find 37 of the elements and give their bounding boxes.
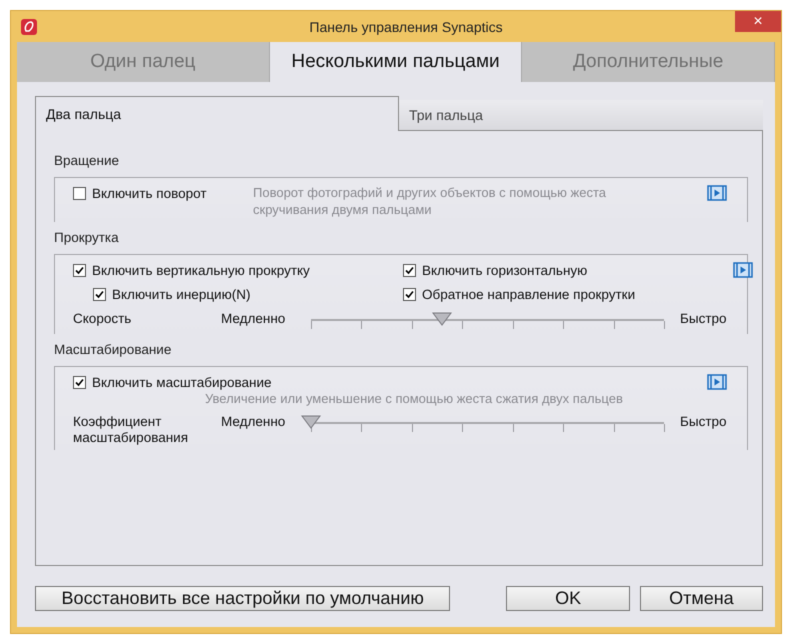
close-button[interactable]: ×	[735, 11, 781, 32]
slider-thumb[interactable]	[301, 413, 321, 429]
section-heading: Прокрутка	[54, 230, 120, 247]
cancel-button[interactable]: Отмена	[640, 586, 764, 611]
ok-button[interactable]: OK	[506, 586, 630, 611]
slider-label: Коэффициент масштабирования	[73, 414, 190, 446]
section-heading: Вращение	[54, 153, 120, 170]
slider-min-label: Медленно	[221, 311, 286, 326]
video-icon[interactable]	[707, 185, 727, 201]
tab[interactable]: Несколькими пальцами	[270, 42, 522, 82]
checkbox[interactable]	[403, 264, 416, 276]
checkbox[interactable]	[403, 288, 416, 300]
slider-thumb[interactable]	[432, 310, 452, 326]
video-icon[interactable]	[733, 262, 753, 278]
checkbox[interactable]	[73, 264, 86, 276]
window-title: Панель управления Synaptics	[309, 18, 503, 34]
slider-label: Скорость	[73, 311, 132, 327]
tab[interactable]: Три пальца	[399, 100, 763, 130]
description-text: Увеличение или уменьшение с помощью жеста сжатия двух пальцев	[205, 391, 624, 406]
slider-min-label: Медленно	[221, 414, 286, 429]
checkbox-option[interactable]: Включить вертикальную прокрутку	[73, 261, 310, 279]
checkbox-option[interactable]: Включить масштабирование	[73, 373, 272, 391]
checkbox[interactable]	[93, 288, 106, 300]
app-logo-icon	[21, 18, 37, 34]
section-heading: Масштабирование	[54, 342, 172, 359]
reset-button[interactable]: Восстановить все настройки по умолчанию	[35, 586, 450, 611]
description-text: Поворот фотографий и других объектов с помощью жеста скручивания двумя пальцами	[253, 184, 608, 218]
checkbox-option[interactable]: Включить горизонтальную	[403, 261, 588, 279]
slider-max-label: Быстро	[680, 414, 727, 429]
tab[interactable]: Два пальца	[35, 96, 399, 131]
slider-max-label: Быстро	[680, 311, 727, 326]
checkbox[interactable]	[73, 376, 86, 388]
checkbox-option[interactable]: Включить инерцию(N)	[93, 285, 250, 303]
video-icon[interactable]	[707, 374, 727, 390]
checkbox[interactable]	[73, 186, 86, 200]
checkbox-option[interactable]: Обратное направление прокрутки	[403, 285, 636, 303]
checkbox-option[interactable]: Включить поворот	[73, 184, 207, 202]
